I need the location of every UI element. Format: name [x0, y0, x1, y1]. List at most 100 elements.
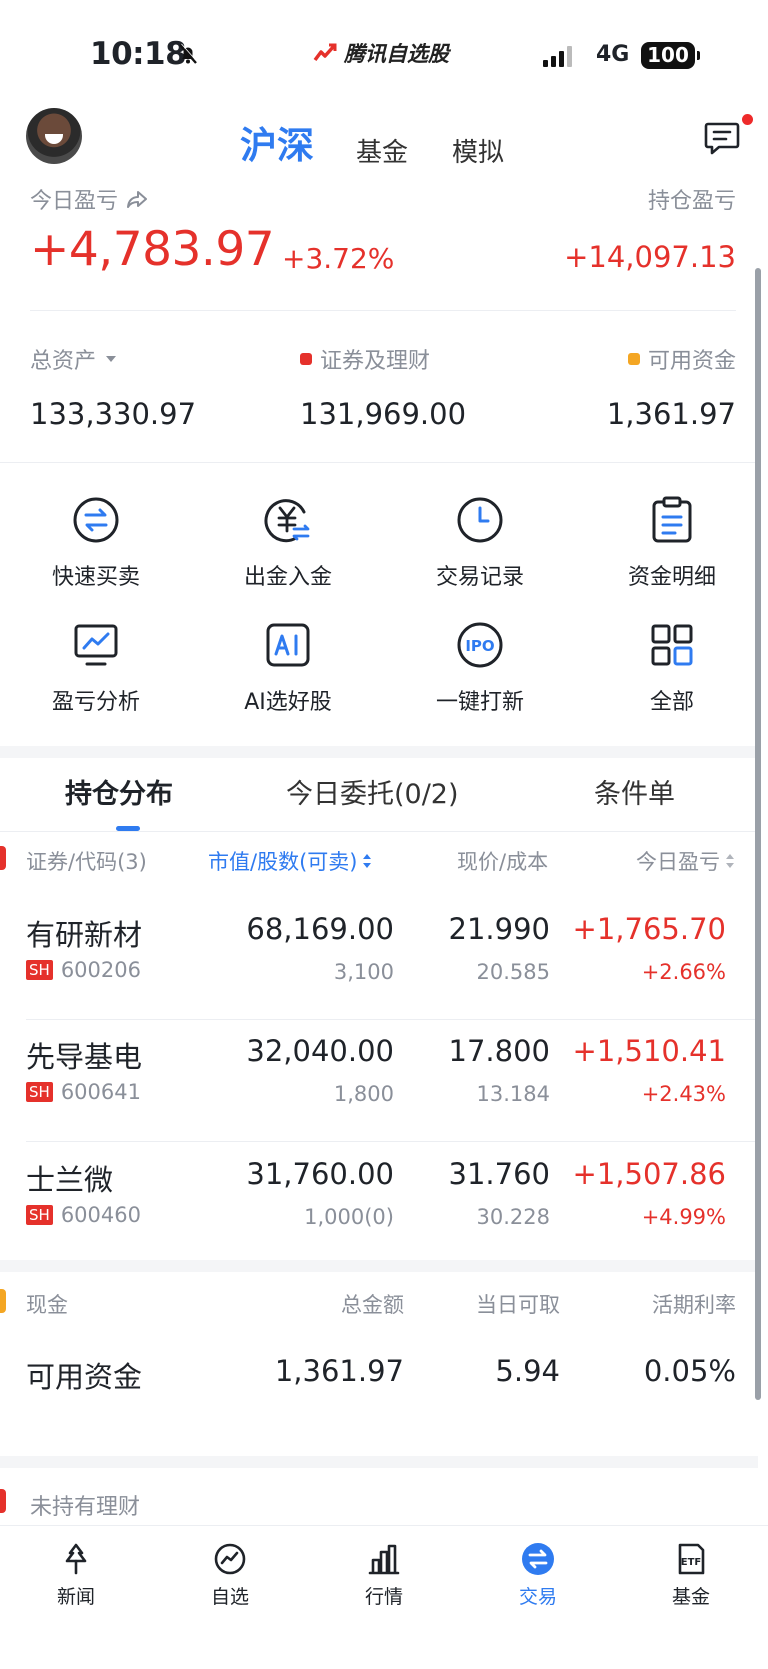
current-price: 21.990: [448, 912, 550, 946]
stock-code-group: SH 600460: [26, 1203, 141, 1227]
market-value: 68,169.00: [246, 912, 394, 946]
header-security: 证券/代码(3): [26, 850, 147, 874]
section-separator: [0, 1456, 758, 1468]
message-icon[interactable]: [704, 121, 740, 159]
today-pnl-percent: +2.43%: [641, 1082, 726, 1106]
avatar[interactable]: [26, 108, 82, 164]
nav-label: 新闻: [56, 1586, 95, 1608]
today-pnl-value: +4,783.97: [30, 222, 275, 277]
today-pnl-percent: +2.66%: [641, 960, 726, 984]
quick-action-label: 盈亏分析: [51, 690, 140, 715]
section-separator: [0, 1260, 758, 1272]
sort-icon[interactable]: [361, 852, 373, 870]
table-row[interactable]: 先导基电 SH 600641 32,040.00 1,800 17.800 13…: [0, 1020, 758, 1142]
header-today-pnl-label: 今日盈亏: [636, 850, 720, 874]
today-pnl: +1,507.86: [572, 1157, 726, 1191]
yuan-transfer-icon: [263, 495, 313, 545]
shares: 1,800: [333, 1082, 394, 1106]
total-assets[interactable]: 总资产 133,330.97: [30, 343, 196, 431]
securities-legend-dot: [300, 353, 312, 365]
cash-header-rate: 活期利率: [652, 1293, 736, 1317]
etf-icon: ETF: [641, 1540, 741, 1578]
cash-header-label: 现金: [26, 1293, 68, 1317]
tab-fund[interactable]: 基金: [356, 132, 408, 169]
tab-conditional-orders[interactable]: 条件单: [594, 772, 675, 811]
securities-value: 131,969.00: [300, 397, 467, 431]
quick-action-trade-records[interactable]: 交易记录: [384, 495, 576, 591]
stock-code-group: SH 600206: [26, 958, 141, 982]
grid-icon: [647, 620, 697, 670]
tab-hushen[interactable]: 沪深: [240, 115, 314, 169]
caret-down-icon[interactable]: [104, 354, 118, 364]
nav-label: 基金: [671, 1586, 710, 1608]
stock-name: 先导基电: [26, 1040, 143, 1074]
share-icon[interactable]: [126, 190, 148, 208]
quick-action-ipo[interactable]: IPO 一键打新: [384, 620, 576, 716]
scrollbar[interactable]: [755, 268, 761, 1400]
quick-action-ai-picks[interactable]: AI选好股: [192, 620, 384, 716]
current-price: 31.760: [448, 1157, 550, 1191]
header-today-pnl[interactable]: 今日盈亏: [636, 846, 736, 876]
today-pnl-percent: +4.99%: [641, 1205, 726, 1229]
tab-simulation[interactable]: 模拟: [452, 132, 504, 169]
quick-action-label: 出金入金: [243, 565, 332, 590]
shares: 3,100: [333, 960, 394, 984]
quick-action-fund-details[interactable]: 资金明细: [576, 495, 768, 591]
battery-indicator: 100: [641, 42, 700, 69]
today-pnl-label-group: 今日盈亏: [30, 183, 148, 215]
top-tabs: 沪深 基金 模拟: [240, 115, 548, 169]
table-row[interactable]: 有研新材 SH 600206 68,169.00 3,100 21.990 20…: [0, 898, 758, 1020]
stock-code: 600206: [60, 958, 141, 982]
quick-action-all[interactable]: 全部: [576, 620, 768, 716]
cash-row-label[interactable]: 可用资金: [26, 1354, 142, 1396]
quick-action-label: AI选好股: [244, 690, 332, 715]
stock-code: 600460: [60, 1203, 141, 1227]
market-icon: [334, 1540, 434, 1578]
tab-holdings[interactable]: 持仓分布: [65, 772, 173, 811]
brand-text: 腾讯自选股: [344, 42, 449, 66]
available-value: 1,361.97: [606, 397, 736, 431]
trade-icon: [488, 1540, 588, 1578]
notification-dot: [742, 114, 753, 125]
table-row[interactable]: 士兰微 SH 600460 31,760.00 1,000(0) 31.760 …: [0, 1143, 758, 1265]
swap-circle-icon: [71, 495, 121, 545]
available-funds: 可用资金 1,361.97: [607, 343, 736, 431]
quick-action-label: 资金明细: [627, 565, 716, 590]
sort-icon[interactable]: [724, 852, 736, 870]
nav-watchlist[interactable]: 自选: [180, 1540, 280, 1609]
clock-icon: [455, 495, 505, 545]
cost-price: 13.184: [476, 1082, 550, 1106]
stock-name: 有研新材: [26, 918, 143, 952]
section-marker: [0, 1289, 6, 1313]
status-bar: 10:18 腾讯自选股 4G 100: [0, 0, 768, 100]
header-market-value[interactable]: 市值/股数(可卖): [208, 846, 373, 876]
divider: [30, 310, 736, 311]
stock-code-group: SH 600641: [26, 1080, 141, 1104]
stock-name: 士兰微: [26, 1163, 114, 1197]
nav-market[interactable]: 行情: [334, 1540, 434, 1609]
quick-action-label: 快速买卖: [51, 565, 140, 590]
tab-today-orders[interactable]: 今日委托(0/2): [286, 772, 459, 811]
cash-rate: 0.05%: [643, 1354, 736, 1388]
chart-monitor-icon: [71, 620, 121, 670]
header-price: 现价/成本: [457, 850, 549, 874]
nav-news[interactable]: 新闻: [26, 1540, 126, 1609]
current-price: 17.800: [448, 1034, 550, 1068]
today-pnl-percent: +3.72%: [282, 242, 395, 275]
nav-fund[interactable]: ETF 基金: [641, 1540, 741, 1609]
section-marker: [0, 846, 6, 870]
nav-trade[interactable]: 交易: [488, 1540, 588, 1609]
total-assets-label: 总资产: [30, 349, 97, 374]
ipo-icon: IPO: [455, 620, 505, 670]
quick-action-fast-trade[interactable]: 快速买卖: [0, 495, 192, 591]
quick-action-pnl-analysis[interactable]: 盈亏分析: [0, 620, 192, 716]
quick-action-deposit-withdraw[interactable]: 出金入金: [192, 495, 384, 591]
today-pnl: +1,510.41: [572, 1034, 726, 1068]
header-market-value-label: 市值/股数(可卖): [208, 850, 358, 874]
network-type: 4G: [596, 42, 630, 67]
market-badge: SH: [26, 1205, 53, 1225]
unheld-wealth-label[interactable]: 未持有理财: [30, 1489, 140, 1521]
clipboard-icon: [647, 495, 697, 545]
today-pnl-label: 今日盈亏: [30, 189, 119, 214]
securities-assets: 证券及理财 131,969.00: [300, 343, 466, 431]
